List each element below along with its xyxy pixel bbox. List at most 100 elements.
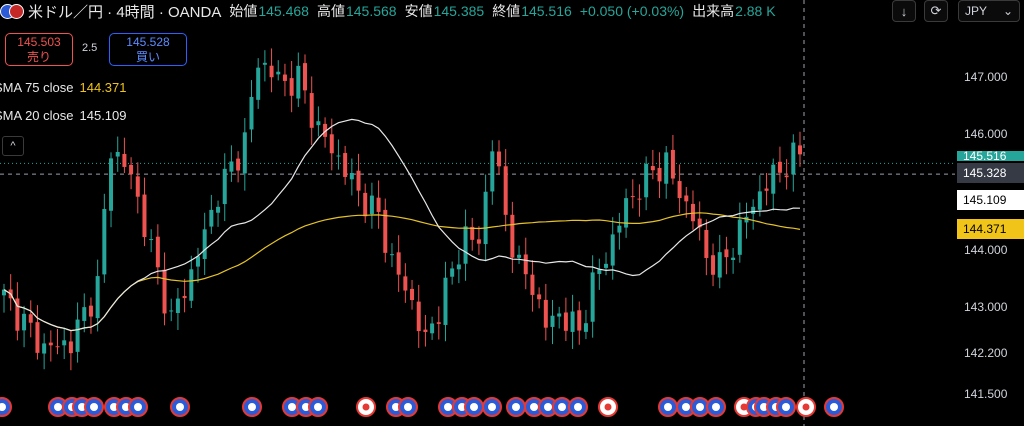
candle-body <box>650 166 655 171</box>
sma75-label: SMA 75 close <box>0 80 74 95</box>
candle-body <box>523 254 528 275</box>
candle-body <box>389 254 394 256</box>
high-label: 高値 <box>316 3 345 19</box>
arrow-down-icon: ↓ <box>900 3 908 19</box>
candle-body <box>369 195 374 215</box>
candle-body <box>82 307 87 321</box>
price-tick: 144.000 <box>964 243 1008 257</box>
candle-body <box>597 269 602 274</box>
candle-body <box>329 134 334 154</box>
candle-body <box>216 206 221 213</box>
us-event-flag-icon[interactable] <box>506 397 526 417</box>
candle-body <box>169 310 174 312</box>
candle-body <box>376 197 381 212</box>
us-event-flag-icon[interactable] <box>706 397 726 417</box>
sma20-legend[interactable]: SMA 20 close 145.109 <box>0 108 127 123</box>
candle-body <box>262 62 267 65</box>
candle-body <box>704 229 709 258</box>
us-event-flag-icon[interactable] <box>308 397 328 417</box>
candle-body <box>637 198 642 200</box>
volume-value: 2.88 K <box>735 3 776 19</box>
candle-body <box>282 74 287 81</box>
candle-body <box>537 294 542 300</box>
candle-body <box>784 175 789 178</box>
us-event-flag-icon[interactable] <box>464 397 484 417</box>
candle-body <box>109 158 114 211</box>
candle-body <box>62 340 67 346</box>
price-tick: 143.000 <box>964 300 1008 314</box>
candle-body <box>276 71 281 75</box>
scroll-down-button[interactable]: ↓ <box>892 0 916 22</box>
candle-body <box>517 254 522 258</box>
us-event-flag-icon[interactable] <box>568 397 588 417</box>
candle-body <box>349 172 354 180</box>
candle-body <box>22 313 27 331</box>
candle-body <box>336 155 341 157</box>
candle-body <box>316 121 321 126</box>
us-event-flag-icon[interactable] <box>824 397 844 417</box>
jp-event-flag-icon[interactable] <box>356 397 376 417</box>
price-tick: 142.200 <box>964 346 1008 360</box>
chevron-up-icon: ^ <box>10 140 16 152</box>
candle-body <box>222 168 227 205</box>
sma75-line <box>3 212 801 332</box>
candle-body <box>798 145 802 155</box>
candle-body <box>88 305 93 317</box>
us-event-flag-icon[interactable] <box>398 397 418 417</box>
symbol-title[interactable]: 米ドル／円 · 4時間 · OANDA <box>28 1 221 22</box>
us-event-flag-icon[interactable] <box>128 397 148 417</box>
candle-body <box>102 208 107 275</box>
price-tick: 147.000 <box>964 70 1008 84</box>
jp-event-flag-icon[interactable] <box>796 397 816 417</box>
candle-body <box>182 295 187 299</box>
sma75-legend[interactable]: SMA 75 close 144.371 <box>0 80 127 95</box>
candle-body <box>476 239 481 244</box>
buy-button[interactable]: 145.528 買い <box>109 33 187 66</box>
candle-body <box>463 226 468 264</box>
us-event-flag-icon[interactable] <box>84 397 104 417</box>
spread-value: 2.5 <box>82 42 98 54</box>
candle-body <box>296 65 301 99</box>
sma20-price-label: 145.109 <box>957 190 1024 210</box>
candle-body <box>195 256 200 267</box>
us-event-flag-icon[interactable] <box>776 397 796 417</box>
candle-body <box>249 96 254 130</box>
open-value: 145.468 <box>258 3 309 19</box>
candle-body <box>570 311 575 332</box>
jp-event-flag-icon[interactable] <box>598 397 618 417</box>
candle-body <box>644 163 649 198</box>
candle-body <box>229 161 234 172</box>
candle-body <box>75 319 80 352</box>
collapse-legend-button[interactable]: ^ <box>2 136 24 156</box>
sell-button[interactable]: 145.503 売り <box>5 33 73 66</box>
candle-body <box>363 192 368 217</box>
us-event-flag-icon[interactable] <box>0 397 12 417</box>
currency-select[interactable]: JPY ⌄ <box>958 0 1020 22</box>
us-event-flag-icon[interactable] <box>482 397 502 417</box>
candle-body <box>430 323 435 334</box>
candle-body <box>28 314 33 323</box>
candle-body <box>155 236 160 268</box>
candle-body <box>95 276 100 319</box>
candle-body <box>557 313 562 317</box>
candle-body <box>724 249 729 258</box>
chart-settings-button[interactable]: ⟳ <box>924 0 948 22</box>
candle-body <box>309 93 314 128</box>
sma75-price-label: 144.371 <box>957 219 1024 239</box>
candle-body <box>617 225 622 233</box>
candle-body <box>764 188 769 191</box>
candle-body <box>129 164 134 175</box>
candle-body <box>356 170 361 191</box>
us-event-flag-icon[interactable] <box>242 397 262 417</box>
change-value: +0.050 (+0.03%) <box>579 3 685 19</box>
candle-body <box>483 191 488 245</box>
candle-body <box>757 191 762 210</box>
candle-body <box>289 78 294 96</box>
candle-body <box>610 234 615 266</box>
us-event-flag-icon[interactable] <box>658 397 678 417</box>
candle-body <box>664 152 669 184</box>
candle-body <box>496 151 501 167</box>
us-event-flag-icon[interactable] <box>170 397 190 417</box>
sma20-line <box>3 118 801 332</box>
candle-body <box>450 268 455 277</box>
